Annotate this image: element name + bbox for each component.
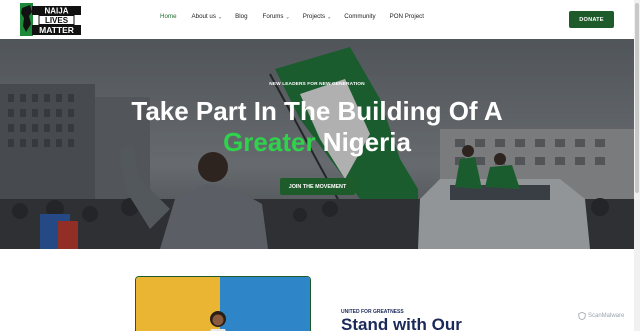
- card-blue-panel: [220, 277, 310, 331]
- hero-heading-line-1: Take Part In The Building Of A: [131, 96, 503, 126]
- feature-image-card: [135, 276, 311, 331]
- hero-eyebrow: NEW LEADERS FOR NEW GENERATION: [269, 82, 365, 87]
- donate-button[interactable]: DONATE: [569, 11, 614, 28]
- chevron-down-icon: ⌄: [217, 14, 223, 20]
- scrollbar-thumb[interactable]: [635, 3, 639, 193]
- nav-home-label: Home: [160, 13, 177, 20]
- chevron-down-icon: ⌄: [327, 14, 332, 20]
- nav-forums[interactable]: Forums ⌄: [263, 13, 290, 20]
- nav-blog[interactable]: Blog: [235, 13, 247, 20]
- nav-pon-project[interactable]: PON Project: [390, 13, 424, 20]
- nav-about-us[interactable]: About us ⌄: [192, 13, 223, 20]
- svg-text:MATTER: MATTER: [39, 25, 74, 35]
- person-photo: [210, 311, 226, 331]
- nav-community-label: Community: [344, 13, 376, 20]
- site-header: NAIJA LIVES MATTER Home About us ⌄ Blog …: [0, 0, 634, 39]
- chevron-down-icon: ⌄: [285, 14, 290, 20]
- section-heading: Stand with Our: [341, 315, 462, 331]
- nav-forums-label: Forums: [262, 13, 284, 20]
- svg-text:LIVES: LIVES: [45, 16, 69, 25]
- hero-heading-rest: Nigeria: [315, 127, 411, 157]
- scanmalware-watermark: ScanMalware: [578, 312, 624, 320]
- watermark-text: ScanMalware: [588, 313, 625, 319]
- page: NAIJA LIVES MATTER Home About us ⌄ Blog …: [0, 0, 640, 331]
- nav-projects-label: Projects: [302, 13, 326, 20]
- hero-heading-highlight: Greater: [223, 127, 316, 157]
- naija-lives-matter-logo[interactable]: NAIJA LIVES MATTER: [17, 2, 83, 37]
- nav-home[interactable]: Home: [160, 13, 177, 20]
- nav-about-us-label: About us: [191, 13, 216, 20]
- main-nav: Home About us ⌄ Blog Forums ⌄ Projects ⌄…: [160, 13, 424, 20]
- nav-projects[interactable]: Projects ⌄: [303, 13, 332, 20]
- nav-blog-label: Blog: [235, 13, 248, 20]
- shield-icon: [578, 312, 586, 320]
- svg-text:NAIJA: NAIJA: [44, 7, 68, 16]
- hero-heading-line-2: Greater Nigeria: [0, 128, 634, 157]
- nav-pon-project-label: PON Project: [389, 13, 424, 20]
- hero-banner: NEW LEADERS FOR NEW GENERATION Take Part…: [0, 39, 634, 249]
- join-the-movement-button[interactable]: JOIN THE MOVEMENT: [280, 178, 355, 195]
- nav-community[interactable]: Community: [344, 13, 375, 20]
